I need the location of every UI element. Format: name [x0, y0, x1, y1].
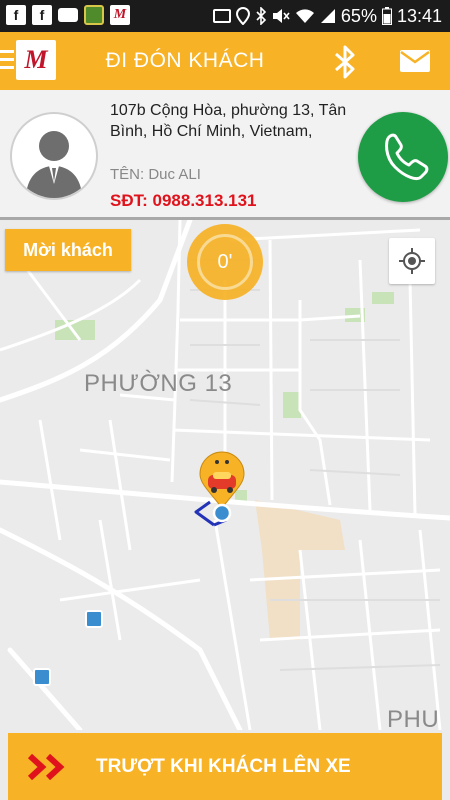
customer-info-panel: 107b Cộng Hòa, phường 13, Tân Bình, Hồ C… — [0, 90, 450, 220]
app-header: M ĐI ĐÓN KHÁCH — [0, 32, 450, 90]
wait-timer-value: 0' — [197, 234, 253, 290]
system-icons: 65% 13:41 — [212, 0, 442, 32]
slide-label: TRƯỢT KHI KHÁCH LÊN XE — [96, 756, 351, 777]
phone-icon — [385, 133, 429, 181]
mail-icon[interactable] — [400, 50, 430, 72]
page-title: ĐI ĐÓN KHÁCH — [105, 49, 265, 72]
bluetooth-status-icon — [256, 7, 267, 25]
wifi-icon — [295, 9, 314, 23]
battery-icon — [381, 7, 392, 25]
ward-label-edge: PHU — [387, 706, 440, 733]
user-avatar-icon — [10, 112, 98, 200]
status-bar: f f M 65% 13:41 — [0, 0, 450, 32]
bus-stop-icon[interactable] — [85, 610, 103, 628]
bluetooth-icon[interactable] — [330, 44, 360, 80]
app-notification-icon — [84, 5, 104, 25]
notification-icons: f f M — [6, 5, 130, 25]
mute-icon — [272, 9, 290, 23]
app-logo: M — [16, 40, 56, 80]
facebook-icon: f — [32, 5, 52, 25]
clock: 13:41 — [396, 5, 442, 26]
slide-to-start-trip[interactable]: TRƯỢT KHI KHÁCH LÊN XE — [8, 733, 442, 800]
screen: f f M 65% 13:41 M ĐI ĐÓN KHÁCH 107b Cộng… — [0, 0, 450, 800]
invite-customer-button[interactable]: Mời khách — [5, 229, 131, 271]
customer-phone[interactable]: SĐT: 0988.313.131 — [110, 191, 257, 211]
location-icon — [235, 7, 250, 25]
battery-percent: 65% — [340, 5, 377, 26]
call-button[interactable] — [358, 112, 448, 202]
my-location-button[interactable] — [389, 238, 435, 284]
current-location-dot — [212, 503, 232, 523]
double-arrow-icon[interactable] — [28, 754, 72, 780]
wait-timer: 0' — [187, 224, 263, 300]
customer-name: TÊN: Duc ALI — [110, 166, 201, 183]
cast-icon — [212, 9, 231, 23]
menu-icon[interactable] — [0, 50, 14, 72]
my-location-icon — [399, 248, 425, 274]
ward-label: PHƯỜNG 13 — [84, 370, 233, 397]
signal-icon — [320, 9, 335, 23]
app-logo-notification-icon: M — [110, 5, 130, 25]
facebook-icon: f — [6, 5, 26, 25]
pickup-address: 107b Cộng Hòa, phường 13, Tân Bình, Hồ C… — [110, 102, 347, 140]
message-icon — [58, 5, 78, 25]
bus-stop-icon[interactable] — [33, 668, 51, 686]
